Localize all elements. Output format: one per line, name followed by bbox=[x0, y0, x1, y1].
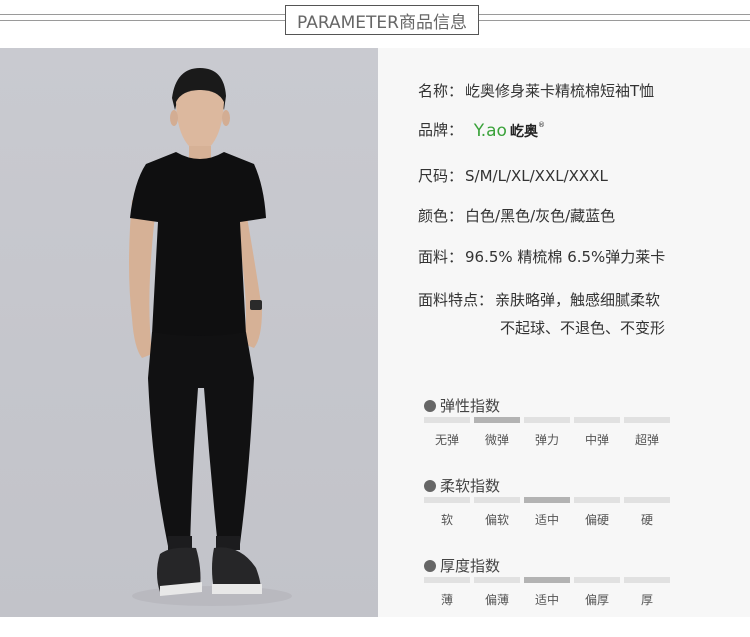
scale-segment bbox=[624, 417, 670, 423]
size-label: 尺码： bbox=[418, 167, 464, 185]
brand-logo: Y.ao 屹奥® bbox=[474, 121, 545, 141]
scale-segment bbox=[474, 497, 520, 503]
brand-label: 品牌： bbox=[418, 121, 464, 139]
scale-label: 薄 bbox=[440, 593, 453, 607]
scale-segment bbox=[524, 497, 570, 503]
feature-row: 面料特点： 亲肤略弹，触感细腻柔软 bbox=[418, 289, 660, 310]
scale-segment bbox=[574, 497, 620, 503]
bullet-dot-icon bbox=[424, 400, 436, 412]
scale-segment bbox=[524, 577, 570, 583]
product-info-panel: 名称： 屹奥修身莱卡精梳棉短袖T恤 品牌： Y.ao 屹奥® 尺码： S/M/L/XL… bbox=[378, 48, 750, 617]
section-title: PARAMETER商品信息 bbox=[285, 5, 479, 35]
model-illustration bbox=[129, 68, 292, 606]
fabric-label: 面料： bbox=[418, 248, 464, 266]
scale-segment bbox=[624, 497, 670, 503]
bullet-dot-icon bbox=[424, 560, 436, 572]
thickness-index-title: 厚度指数 bbox=[424, 555, 500, 576]
scale-label: 中弹 bbox=[584, 433, 609, 447]
color-value: 白色/黑色/灰色/藏蓝色 bbox=[465, 207, 616, 225]
scale-label: 无弹 bbox=[434, 433, 459, 447]
brand-row: 品牌： Y.ao 屹奥® bbox=[418, 119, 545, 141]
scale-label: 微弹 bbox=[484, 433, 509, 447]
feature-line1: 亲肤略弹，触感细腻柔软 bbox=[495, 291, 661, 309]
size-value: S/M/L/XL/XXL/XXXL bbox=[465, 167, 608, 185]
bullet-dot-icon bbox=[424, 480, 436, 492]
scale-label: 超弹 bbox=[634, 433, 659, 447]
fabric-value: 96.5% 精梳棉 6.5%弹力莱卡 bbox=[465, 248, 666, 266]
scale-label: 偏薄 bbox=[484, 593, 509, 607]
elasticity-index-title: 弹性指数 bbox=[424, 395, 500, 416]
scale-segment bbox=[524, 417, 570, 423]
scale-label: 适中 bbox=[534, 593, 559, 607]
name-row: 名称： 屹奥修身莱卡精梳棉短袖T恤 bbox=[418, 80, 654, 101]
scale-label: 厚 bbox=[640, 593, 653, 607]
fabric-row: 面料： 96.5% 精梳棉 6.5%弹力莱卡 bbox=[418, 246, 665, 267]
scale-segment bbox=[574, 577, 620, 583]
color-row: 颜色： 白色/黑色/灰色/藏蓝色 bbox=[418, 205, 615, 226]
scale-label: 偏软 bbox=[484, 513, 509, 527]
feature-label: 面料特点： bbox=[418, 291, 494, 309]
scale-segment bbox=[424, 497, 470, 503]
color-label: 颜色： bbox=[418, 207, 464, 225]
brand-logo-latin: Y.ao bbox=[473, 120, 507, 141]
product-photo bbox=[0, 48, 378, 617]
scale-label: 软 bbox=[440, 513, 453, 527]
scale-label: 硬 bbox=[640, 513, 653, 527]
scale-label: 弹力 bbox=[534, 433, 559, 447]
scale-label: 适中 bbox=[534, 513, 559, 527]
name-value: 屹奥修身莱卡精梳棉短袖T恤 bbox=[465, 82, 655, 100]
softness-index-title: 柔软指数 bbox=[424, 475, 500, 496]
scale-segment bbox=[424, 577, 470, 583]
brand-logo-cn: 屹奥 bbox=[509, 123, 538, 140]
size-row: 尺码： S/M/L/XL/XXL/XXXL bbox=[418, 165, 608, 186]
scale-segment bbox=[574, 417, 620, 423]
scale-segment bbox=[474, 577, 520, 583]
scale-label: 偏硬 bbox=[584, 513, 609, 527]
feature-line2: 不起球、不退色、不变形 bbox=[500, 319, 666, 337]
brand-logo-reg: ® bbox=[537, 120, 545, 129]
scale-segment bbox=[474, 417, 520, 423]
scale-segment bbox=[624, 577, 670, 583]
scale-label: 偏厚 bbox=[584, 593, 609, 607]
scale-segment bbox=[424, 417, 470, 423]
name-label: 名称： bbox=[418, 82, 464, 100]
